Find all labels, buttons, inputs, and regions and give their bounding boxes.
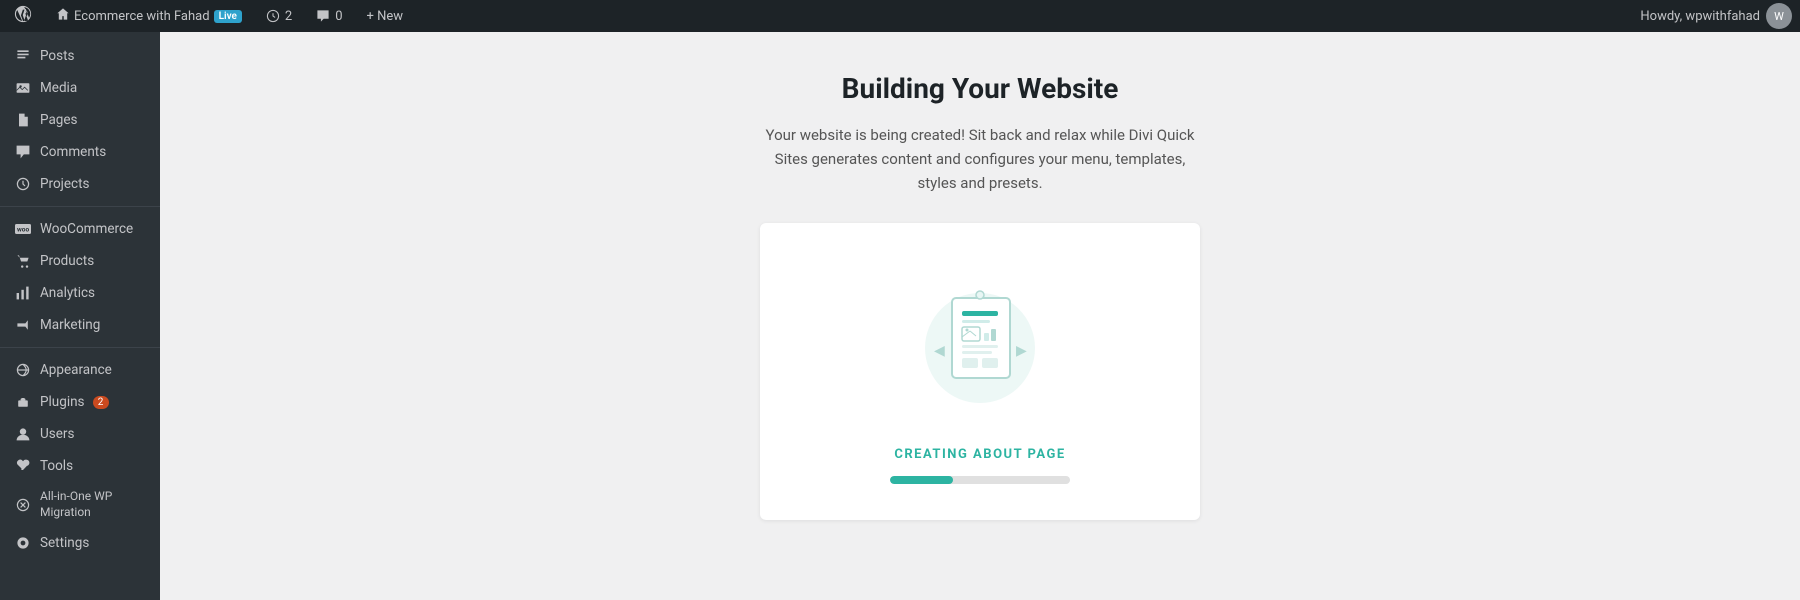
sidebar-item-products[interactable]: Products <box>0 245 160 277</box>
wp-logo-button[interactable] <box>8 0 38 32</box>
plugins-badge: 2 <box>93 396 109 409</box>
sidebar-item-woocommerce[interactable]: woo WooCommerce <box>0 213 160 245</box>
settings-icon <box>14 534 32 552</box>
sidebar-item-plugins[interactable]: Plugins 2 <box>0 386 160 418</box>
howdy-text: Howdy, wpwithfahad <box>1640 9 1760 24</box>
revisions-count: 2 <box>285 9 292 24</box>
sidebar-label-appearance: Appearance <box>40 362 112 378</box>
progress-bar-fill <box>890 476 953 484</box>
svg-text:▶: ▶ <box>1016 343 1027 359</box>
site-name-label: Ecommerce with Fahad <box>74 9 210 24</box>
howdy-greeting: Howdy, wpwithfahad W <box>1640 3 1792 29</box>
sidebar-label-all-in-one: All-in-One WP Migration <box>40 489 148 520</box>
new-button[interactable]: + New <box>361 0 410 32</box>
home-icon <box>56 7 70 25</box>
sidebar-label-pages: Pages <box>40 112 78 128</box>
sidebar-label-media: Media <box>40 80 77 96</box>
page-subtitle: Your website is being created! Sit back … <box>760 123 1200 195</box>
sidebar-label-tools: Tools <box>40 458 73 474</box>
posts-icon <box>14 47 32 65</box>
sidebar-item-media[interactable]: Media <box>0 72 160 104</box>
plugins-icon <box>14 393 32 411</box>
marketing-icon <box>14 316 32 334</box>
sidebar-label-settings: Settings <box>40 535 89 551</box>
comments-button[interactable]: 0 <box>310 0 348 32</box>
sidebar-item-analytics[interactable]: Analytics <box>0 277 160 309</box>
comments-count: 0 <box>335 9 342 24</box>
sidebar-label-woocommerce: WooCommerce <box>40 221 133 237</box>
sidebar-label-posts: Posts <box>40 48 74 64</box>
new-label: + New <box>367 9 404 24</box>
analytics-icon <box>14 284 32 302</box>
builder-card: ◀ ▶ CREATING ABOUT PAGE <box>760 223 1200 520</box>
sidebar-item-pages[interactable]: Pages <box>0 104 160 136</box>
admin-bar: Ecommerce with Fahad Live 2 0 + New Howd… <box>0 0 1800 32</box>
sidebar-separator-2 <box>0 347 160 348</box>
sidebar-item-settings[interactable]: Settings <box>0 527 160 559</box>
products-icon <box>14 252 32 270</box>
sidebar-label-products: Products <box>40 253 94 269</box>
sidebar-item-tools[interactable]: Tools <box>0 450 160 482</box>
wp-logo-icon <box>14 5 32 27</box>
page-title: Building Your Website <box>842 72 1119 105</box>
sidebar-item-all-in-one[interactable]: All-in-One WP Migration <box>0 482 160 527</box>
sidebar-label-analytics: Analytics <box>40 285 95 301</box>
sidebar-label-plugins: Plugins <box>40 394 85 410</box>
media-icon <box>14 79 32 97</box>
pages-icon <box>14 111 32 129</box>
appearance-icon <box>14 361 32 379</box>
users-icon <box>14 425 32 443</box>
tools-icon <box>14 457 32 475</box>
builder-illustration: ◀ ▶ <box>900 263 1060 423</box>
sidebar-separator-1 <box>0 206 160 207</box>
sidebar-item-projects[interactable]: Projects <box>0 168 160 200</box>
woo-icon: woo <box>14 220 32 238</box>
creating-label: CREATING ABOUT PAGE <box>894 447 1065 462</box>
live-badge: Live <box>214 10 242 23</box>
projects-icon <box>14 175 32 193</box>
migration-icon <box>14 496 32 514</box>
sidebar-item-marketing[interactable]: Marketing <box>0 309 160 341</box>
avatar: W <box>1766 3 1792 29</box>
layout: Posts Media Pages Comments Projects <box>0 32 1800 600</box>
sidebar-item-comments[interactable]: Comments <box>0 136 160 168</box>
sidebar-label-marketing: Marketing <box>40 317 100 333</box>
comments-icon <box>14 143 32 161</box>
sidebar-label-users: Users <box>40 426 74 442</box>
progress-bar-track <box>890 476 1070 484</box>
sidebar-item-appearance[interactable]: Appearance <box>0 354 160 386</box>
svg-text:◀: ◀ <box>934 343 945 359</box>
sidebar-item-posts[interactable]: Posts <box>0 40 160 72</box>
admin-bar-right: Howdy, wpwithfahad W <box>1640 3 1792 29</box>
main-content: Building Your Website Your website is be… <box>160 32 1800 600</box>
sidebar: Posts Media Pages Comments Projects <box>0 32 160 600</box>
sidebar-item-users[interactable]: Users <box>0 418 160 450</box>
sidebar-label-projects: Projects <box>40 176 90 192</box>
site-name-button[interactable]: Ecommerce with Fahad Live <box>50 0 248 32</box>
svg-text:woo: woo <box>17 226 29 234</box>
sidebar-label-comments: Comments <box>40 144 106 160</box>
revisions-button[interactable]: 2 <box>260 0 298 32</box>
